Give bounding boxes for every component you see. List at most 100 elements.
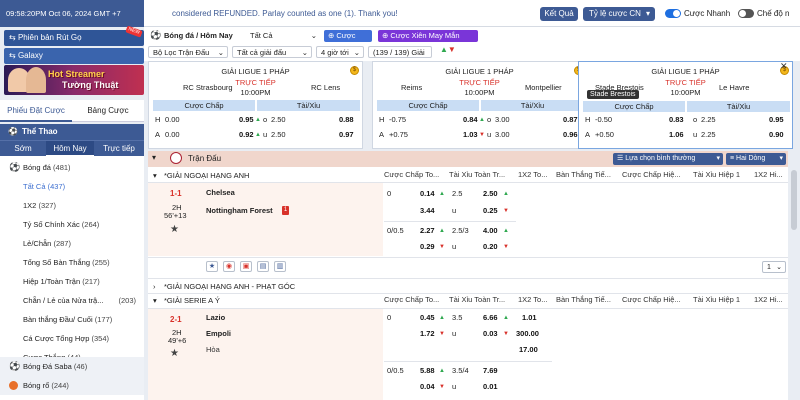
top-bar: 09:58:20PM Oct 06, 2024 GMT +7 considere… (0, 0, 800, 27)
odds-value[interactable]: 1.06 (669, 129, 684, 141)
match-info[interactable]: 2-1 2H 49'+6 ★ Lazio Empoli Hòa (148, 309, 383, 400)
over-under-cell[interactable]: u 0.03 ▼ (449, 327, 511, 341)
sidebar-item-saba-football[interactable]: ⚽ Bóng Đá Saba (46) (0, 357, 144, 376)
chat-icon[interactable]: ▤ (257, 261, 269, 272)
results-button[interactable]: Kết Quả (540, 7, 578, 21)
match-filter-select[interactable]: Bộ Lọc Trận Đấu ⌄ (148, 46, 228, 58)
handicap-cell[interactable]: 0 0.14 ▲ (384, 187, 446, 201)
close-icon[interactable]: ✕ (780, 61, 788, 72)
odds-value[interactable]: 0.90 (769, 129, 784, 141)
odds-value[interactable]: 0.97 (339, 129, 354, 141)
odds-side: H (585, 115, 591, 124)
lines-select[interactable]: ≡ Hai Dòng ▾ (726, 153, 786, 165)
league-name: *GIẢI NGOẠI HẠNG ANH (164, 171, 250, 180)
collapse-icon[interactable]: ▾ (152, 153, 156, 162)
sidebar-item-total-goals[interactable]: Tổng Số Bàn Thắng (255) (0, 253, 144, 272)
market-filter-value: Tất Cả (250, 31, 273, 40)
sidebar-item-half-odd-even[interactable]: Chẵn / Lẻ của Nửa trậ... (203) (0, 291, 144, 310)
over-under-cell[interactable]: u 0.01 (449, 380, 511, 394)
star-icon[interactable]: ★ (206, 261, 218, 272)
sidebar-item-first-last-goal[interactable]: Bàn thắng Đầu/ Cuối (177) (0, 310, 144, 329)
mode-toggle[interactable] (738, 9, 754, 18)
stats-icon[interactable]: ◉ (223, 261, 235, 272)
league-filter-value: Tất cả giải đấu (237, 48, 287, 57)
odds-value[interactable]: 0.95 (769, 114, 784, 126)
handicap-cell[interactable]: 0.29 ▼ (384, 240, 446, 254)
1x2-cell[interactable]: 17.00 (514, 343, 552, 357)
featured-match-card[interactable]: $ GIẢI LIGUE 1 PHÁP TRỰC TIẾP RC Strasbo… (148, 61, 363, 149)
over-under-cell[interactable]: 3.5/4 7.69 (449, 364, 511, 378)
star-icon[interactable]: ★ (170, 348, 179, 359)
sidebar-item-half-full[interactable]: Hiệp 1/Toàn Trận (217) (0, 272, 144, 291)
odds-value[interactable]: 0.83 (669, 114, 684, 126)
over-under-cell[interactable]: 3.5 6.66 ▲ (449, 311, 511, 325)
time-range-select[interactable]: 4 giờ tới ⌄ (316, 46, 364, 58)
galaxy-banner[interactable]: ⇆ Galaxy (4, 48, 144, 64)
league-count-select[interactable]: (139 / 139) Giải (368, 46, 432, 58)
handicap-header: Cược Chấp (377, 100, 479, 111)
sidebar-item-count: (217) (82, 277, 100, 286)
sidebar-item-label: Bóng đá (23, 163, 51, 172)
odds-side: u (693, 130, 698, 139)
sidebar-item-all[interactable]: Tất Cả (437) (0, 177, 144, 196)
1x2-cell[interactable]: 1.01 (514, 311, 552, 325)
league-header[interactable]: › *GIẢI NGOẠI HẠNG ANH - PHẠT GÓC (148, 280, 788, 293)
tab-early[interactable]: Sớm (0, 141, 46, 157)
arrow-down-icon: ▼ (479, 132, 485, 138)
odds-value[interactable]: 0.88 (339, 114, 354, 126)
odds-value[interactable]: 0.92 (239, 129, 254, 141)
over-under-cell[interactable]: 2.5/3 4.00 ▲ (449, 224, 511, 238)
star-icon[interactable]: ★ (170, 224, 179, 235)
sidebar-item-odd-even[interactable]: Lẻ/Chẵn (287) (0, 234, 144, 253)
tab-live[interactable]: Trực tiếp (94, 141, 144, 157)
sort-icon[interactable]: ▲▼ (440, 45, 456, 54)
handicap-cell[interactable]: 0/0.5 2.27 ▲ (384, 224, 446, 238)
page-select[interactable]: 1 ⌄ (762, 261, 786, 273)
odds-value[interactable]: 0.96 (563, 129, 578, 141)
sidebar-item-football[interactable]: ⚽ Bóng đá (481) (0, 158, 144, 177)
sidebar-item-basketball[interactable]: Bóng rổ (244) (0, 376, 144, 395)
tab-bet-table[interactable]: Bảng Cược (72, 100, 144, 122)
live-tv-icon[interactable]: ▣ (240, 261, 252, 272)
tab-bet-slip[interactable]: Phiếu Đặt Cược (0, 100, 72, 122)
mode-label: Chế độ n (757, 9, 790, 18)
odds-value[interactable]: 0.84 (463, 114, 478, 126)
sort-value: Lựa chọn bình thường (625, 155, 696, 162)
odds-value[interactable]: 0.87 (563, 114, 578, 126)
sidebar-item-correct-score[interactable]: Tỷ Số Chính Xác (264) (0, 215, 144, 234)
odds-value[interactable]: 1.03 (463, 129, 478, 141)
sidebar-item-label: Chẵn / Lẻ của Nửa trậ... (23, 296, 104, 305)
match-info[interactable]: 1-1 2H 56'+13 ★ Chelsea Nottingham Fores… (148, 183, 383, 256)
sidebar-item-mix-parlay[interactable]: Cá Cược Tổng Hợp (354) (0, 329, 144, 348)
handicap-cell[interactable]: 1.72 ▼ (384, 327, 446, 341)
lite-version-banner[interactable]: ⇆ Phiên bản Rút Gọ NEW (4, 25, 144, 46)
over-under-cell[interactable]: u 0.20 ▼ (449, 240, 511, 254)
league-filter-select[interactable]: Tất cả giải đấu ⌄ (232, 46, 312, 58)
odds-side: A (379, 130, 385, 139)
over-under-cell[interactable]: u 0.25 ▼ (449, 204, 511, 218)
sort-select[interactable]: ☰ Lựa chọn bình thường ▾ (613, 153, 723, 165)
handicap-cell[interactable]: 0/0.5 5.88 ▲ (384, 364, 446, 378)
hot-streamer-promo[interactable]: Hot Streamer Tường Thuật (4, 65, 144, 95)
featured-match-card[interactable]: $ GIẢI LIGUE 1 PHÁP TRỰC TIẾP Reims Mont… (372, 61, 587, 149)
handicap-cell[interactable]: 0.04 ▼ (384, 380, 446, 394)
odds-side: A (585, 130, 591, 139)
sidebar-item-count: (177) (94, 315, 113, 324)
odds-type-select[interactable]: Tỷ lệ cược CN ▾ (583, 7, 655, 21)
chart-icon[interactable]: ▥ (274, 261, 286, 272)
handicap-cell[interactable]: 0 0.45 ▲ (384, 311, 446, 325)
handicap-cell[interactable]: 3.44 (384, 204, 446, 218)
market-filter-select[interactable]: Tất Cả ⌄ (246, 30, 321, 42)
lines-value: Hai Dòng (736, 155, 766, 162)
over-under-cell[interactable]: 2.5 2.50 ▲ (449, 187, 511, 201)
featured-match-card[interactable]: $ GIẢI LIGUE 1 PHÁP TRỰC TIẾP Stade Bres… (578, 61, 793, 149)
quick-bet-toggle[interactable] (665, 9, 681, 18)
lucky-parlay-button[interactable]: ⊕ Cược Xiên May Mắn (378, 30, 478, 42)
quick-bet-label: Cược Nhanh (684, 9, 731, 18)
tab-today[interactable]: Hôm Nay (46, 141, 94, 157)
1x2-cell[interactable]: 300.00 (514, 327, 552, 341)
sidebar-item-1x2[interactable]: 1X2 (327) (0, 196, 144, 215)
parlay-button[interactable]: ⊕ Cược Xiên (324, 30, 372, 52)
scrollbar-thumb[interactable] (791, 170, 797, 230)
odds-value[interactable]: 0.95 (239, 114, 254, 126)
